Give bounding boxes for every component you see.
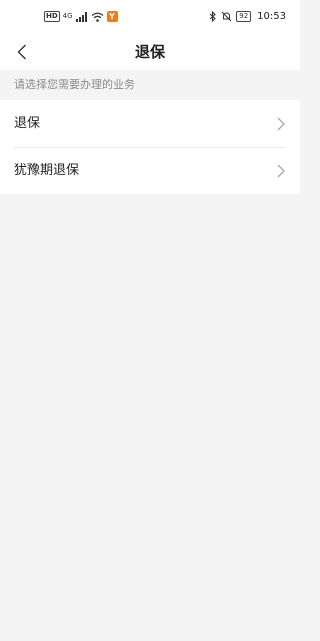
status-left: HD 4G Y [44,11,118,22]
back-button[interactable] [8,38,36,66]
list-item-label: 退保 [14,116,41,131]
chevron-right-icon [277,117,285,131]
status-time: 10:53 [257,11,286,22]
signal-icon [75,11,87,22]
hotspot-icon: Y [106,11,118,22]
list-item-label: 犹豫期退保 [14,163,80,178]
chevron-right-icon [277,164,285,178]
list-item-cooling-off-surrender[interactable]: 犹豫期退保 [0,147,300,194]
hint-text: 请选择您需要办理的业务 [0,70,300,100]
page-title: 退保 [134,43,165,61]
status-bar: HD 4G Y 92 10:53 [0,0,300,34]
header: 退保 [0,34,300,70]
bluetooth-icon [209,11,217,22]
option-list: 退保 犹豫期退保 [0,100,300,194]
chevron-left-icon [17,44,26,60]
bell-off-icon [221,11,232,22]
status-right: 92 10:53 [209,11,286,22]
hd-badge: HD [44,11,60,22]
battery-indicator: 92 [236,11,252,22]
list-item-surrender[interactable]: 退保 [0,100,300,147]
wifi-icon [91,12,103,22]
network-type: 4G [62,12,73,20]
